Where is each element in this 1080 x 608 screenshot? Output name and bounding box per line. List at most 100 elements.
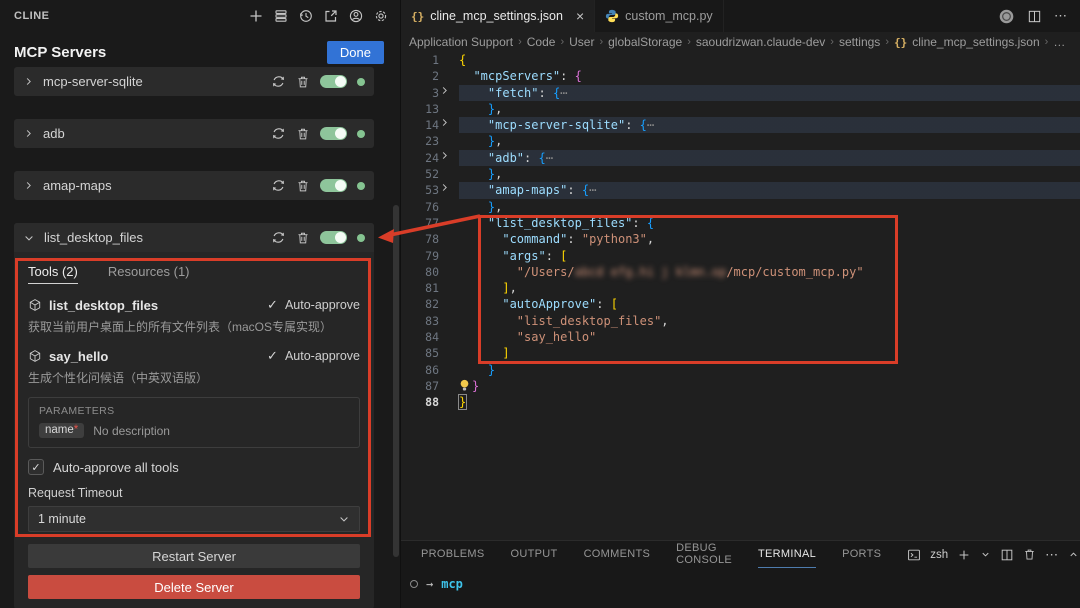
lightbulb-icon[interactable] xyxy=(459,379,470,392)
chevron-right-icon[interactable] xyxy=(23,128,34,139)
restart-server-icon[interactable] xyxy=(271,74,286,89)
code-line: 80 "/Users/abcd efg.hi j klmn.op/mcp/cus… xyxy=(401,264,1080,280)
kill-terminal-icon[interactable] xyxy=(1023,548,1036,561)
code-token: : xyxy=(567,183,581,197)
breadcrumb-separator-icon: › xyxy=(518,36,522,48)
settings-gear-icon[interactable] xyxy=(372,7,390,25)
history-icon[interactable] xyxy=(297,7,315,25)
breadcrumb-item[interactable]: settings xyxy=(839,35,880,49)
python-file-icon xyxy=(605,9,619,23)
line-number: 79 xyxy=(401,248,439,264)
required-asterisk: * xyxy=(74,424,78,436)
chevron-right-icon[interactable] xyxy=(23,180,34,191)
chevron-down-icon[interactable] xyxy=(23,232,35,244)
line-number: 24 xyxy=(401,150,439,166)
server-row[interactable]: list_desktop_files xyxy=(14,223,374,252)
server-name: mcp-server-sqlite xyxy=(43,74,143,89)
fold-gutter xyxy=(439,378,459,394)
code-token: ⋯ xyxy=(560,86,568,100)
breadcrumb-item[interactable]: saoudrizwan.claude-dev xyxy=(696,35,825,49)
checkmark-icon[interactable]: ✓ xyxy=(267,297,278,313)
fold-gutter xyxy=(439,296,459,312)
fold-chevron-icon[interactable] xyxy=(439,182,459,198)
fold-chevron-icon[interactable] xyxy=(439,85,459,101)
split-terminal-icon[interactable] xyxy=(1000,548,1014,562)
breadcrumb: Application Support›Code›User›globalStor… xyxy=(401,32,1080,52)
enabled-toggle[interactable] xyxy=(320,75,347,88)
tab-tools-2-[interactable]: Tools (2) xyxy=(28,264,78,284)
code-editor[interactable]: 1{2 "mcpServers": {3 "fetch": {⋯13 },14 … xyxy=(401,52,1080,540)
editor-tab-cline-mcp-settings-json[interactable]: {}cline_mcp_settings.json× xyxy=(401,0,595,32)
code-token xyxy=(459,134,488,148)
restart-server-icon[interactable] xyxy=(271,178,286,193)
breadcrumb-item[interactable]: cline_mcp_settings.json xyxy=(912,35,1039,49)
panel-tab-ports[interactable]: PORTS xyxy=(842,541,881,568)
code-line: 53 "amap-maps": {⋯ xyxy=(401,182,1080,198)
terminal-profile-chevron-icon[interactable] xyxy=(980,549,991,560)
open-in-editor-icon[interactable] xyxy=(322,7,340,25)
split-editor-icon[interactable] xyxy=(1027,9,1042,24)
panel-tab-output[interactable]: OUTPUT xyxy=(511,541,558,568)
code-text: "mcp-server-sqlite": {⋯ xyxy=(459,117,1080,133)
auto-approve-control[interactable]: ✓Auto-approve xyxy=(267,348,360,364)
server-row[interactable]: mcp-server-sqlite xyxy=(14,67,374,96)
code-line: 2 "mcpServers": { xyxy=(401,68,1080,84)
checkmark-icon[interactable]: ✓ xyxy=(267,348,278,364)
panel-tab-comments[interactable]: COMMENTS xyxy=(584,541,651,568)
breadcrumb-item[interactable]: User xyxy=(569,35,594,49)
fold-chevron-icon[interactable] xyxy=(439,117,459,133)
panel-tab-debug-console[interactable]: DEBUG CONSOLE xyxy=(676,541,732,568)
auto-approve-control[interactable]: ✓ Auto-approve xyxy=(267,297,360,313)
terminal[interactable]: → mcp xyxy=(401,568,1080,591)
more-actions-icon[interactable]: ⋯ xyxy=(1054,8,1068,24)
extension-icon[interactable] xyxy=(998,8,1015,25)
code-text: "mcpServers": { xyxy=(459,68,1080,84)
panel-tab-problems[interactable]: PROBLEMS xyxy=(421,541,485,568)
breadcrumb-item[interactable]: Code xyxy=(527,35,556,49)
sidebar-scrollbar[interactable] xyxy=(393,205,399,557)
maximize-panel-icon[interactable] xyxy=(1068,549,1079,560)
line-number: 53 xyxy=(401,182,439,198)
editor-tab-custom-mcp-py[interactable]: custom_mcp.py xyxy=(595,0,724,32)
server-row[interactable]: adb xyxy=(14,119,374,148)
delete-server-icon[interactable] xyxy=(296,179,310,193)
code-token: "mcp-server-sqlite" xyxy=(488,118,625,132)
code-line: 85 ] xyxy=(401,345,1080,361)
enabled-toggle[interactable] xyxy=(320,127,347,140)
chevron-right-icon[interactable] xyxy=(23,76,34,87)
fold-chevron-icon[interactable] xyxy=(439,150,459,166)
close-tab-icon[interactable]: × xyxy=(576,8,584,24)
delete-server-icon[interactable] xyxy=(296,231,310,245)
request-timeout-select[interactable]: 1 minute xyxy=(28,506,360,532)
enabled-toggle[interactable] xyxy=(320,179,347,192)
breadcrumb-item[interactable]: Application Support xyxy=(409,35,513,49)
new-terminal-icon[interactable] xyxy=(957,548,971,562)
breadcrumb-item[interactable]: globalStorage xyxy=(608,35,682,49)
mcp-servers-icon[interactable] xyxy=(272,7,290,25)
code-token xyxy=(459,249,502,263)
tool-header: list_desktop_files✓Auto-approve xyxy=(28,297,360,313)
panel-tab-terminal[interactable]: TERMINAL xyxy=(758,541,816,568)
fold-gutter xyxy=(439,101,459,117)
done-button[interactable]: Done xyxy=(327,41,384,64)
delete-server-button[interactable]: Delete Server xyxy=(28,575,360,599)
server-row[interactable]: amap-maps xyxy=(14,171,374,200)
tool-name: say_hello xyxy=(49,349,108,364)
auto-approve-all-checkbox[interactable]: ✓ xyxy=(28,459,44,475)
restart-server-icon[interactable] xyxy=(271,126,286,141)
restart-server-icon[interactable] xyxy=(271,230,286,245)
editor-tabbar: {}cline_mcp_settings.json×custom_mcp.py … xyxy=(401,0,1080,32)
panel-more-icon[interactable]: ⋯ xyxy=(1045,547,1059,563)
breadcrumb-separator-icon: › xyxy=(830,36,834,48)
restart-server-button[interactable]: Restart Server xyxy=(28,544,360,568)
code-text: "say_hello" xyxy=(459,329,1080,345)
enabled-toggle[interactable] xyxy=(320,231,347,244)
delete-server-icon[interactable] xyxy=(296,127,310,141)
delete-server-icon[interactable] xyxy=(296,75,310,89)
tab-resources-1-[interactable]: Resources (1) xyxy=(108,264,190,284)
auto-approve-label: Auto-approve xyxy=(285,298,360,312)
breadcrumb-overflow[interactable]: … xyxy=(1053,35,1065,49)
parameters-box: PARAMETERS name* No description xyxy=(28,397,360,448)
account-icon[interactable] xyxy=(347,7,365,25)
new-task-icon[interactable] xyxy=(247,7,265,25)
